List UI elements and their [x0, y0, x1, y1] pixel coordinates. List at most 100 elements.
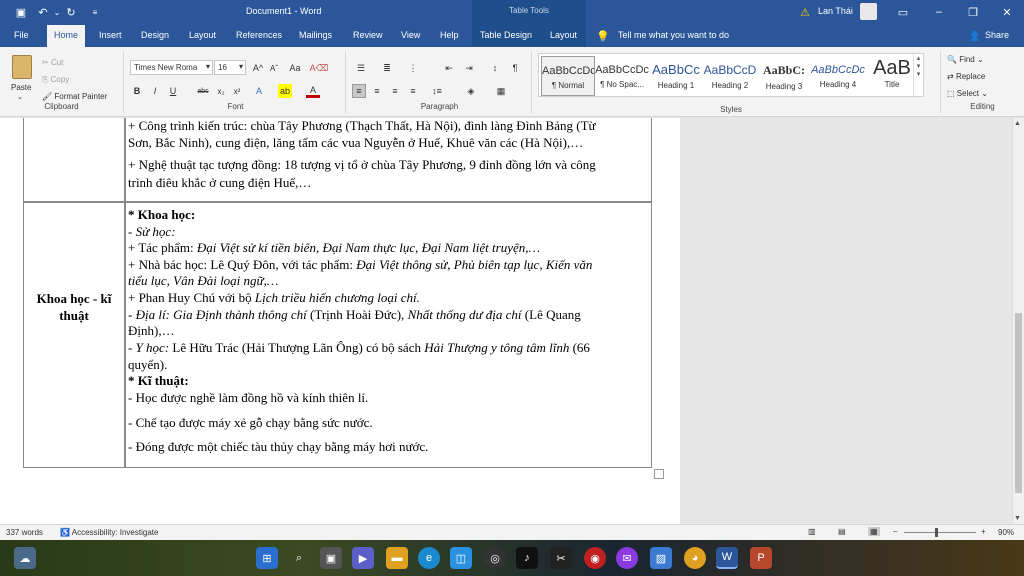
style-no-spacing[interactable]: AaBbCcDc ¶ No Spac... [595, 56, 649, 96]
align-right-icon[interactable]: ≡ [388, 84, 402, 98]
accessibility-status[interactable]: ♿ Accessibility: Investigate [60, 528, 158, 537]
photos-icon[interactable]: ▨ [650, 547, 672, 569]
sort-icon[interactable]: ↕ [488, 61, 502, 75]
word-icon[interactable]: W [716, 547, 738, 569]
zoom-thumb[interactable] [935, 528, 938, 537]
copy-button[interactable]: ⎘ Copy [42, 75, 69, 85]
zoom-level[interactable]: 90% [998, 528, 1014, 537]
styles-scroll[interactable]: ▴ ▾ ▾ [913, 54, 923, 96]
doc-line[interactable]: - Đóng được một chiếc tàu thủy chạy bằng… [128, 439, 428, 455]
text-effects-icon[interactable]: A [252, 84, 266, 98]
doc-line[interactable]: + Tác phẩm: Đại Việt sử kí tiền biên, Đạ… [128, 240, 540, 256]
save-icon[interactable]: ▣ [14, 5, 28, 19]
format-painter-button[interactable]: 🖌 Format Painter [42, 92, 107, 101]
doc-line[interactable]: trình điêu khắc ở cung điện Huế,… [128, 175, 311, 191]
multilevel-list-icon[interactable]: ⋮ [406, 61, 420, 75]
left-cell-label[interactable]: Khoa học - kĩ thuật [24, 290, 124, 324]
style-normal[interactable]: AaBbCcDc ¶ Normal [541, 56, 595, 96]
superscript-icon[interactable]: x² [230, 84, 244, 98]
justify-icon[interactable]: ≡ [406, 84, 420, 98]
store-icon[interactable]: ◫ [450, 547, 472, 569]
restore-icon[interactable]: ❐ [966, 5, 980, 19]
shrink-font-icon[interactable]: Aˇ [267, 61, 281, 75]
tech-heading[interactable]: * Kĩ thuật: [128, 373, 189, 389]
table-cell[interactable] [23, 118, 125, 202]
clear-formatting-icon[interactable]: A⌫ [310, 61, 329, 75]
edge-icon[interactable]: e [418, 547, 440, 569]
tab-design[interactable]: Design [141, 30, 169, 40]
doc-line[interactable]: Định),… [128, 323, 175, 339]
avatar[interactable] [860, 3, 877, 20]
doc-line[interactable]: Sơn, Bắc Ninh), cung điện, lăng tẩm các … [128, 135, 583, 151]
line-spacing-icon[interactable]: ↕≡ [430, 84, 444, 98]
bold-icon[interactable]: B [130, 84, 144, 98]
doc-line[interactable]: - Địa lí: Gia Định thành thông chí (Trịn… [128, 307, 581, 323]
close-icon[interactable]: ✕ [1000, 5, 1014, 19]
search-icon[interactable]: ⌕ [288, 547, 310, 569]
tab-layout[interactable]: Layout [189, 30, 216, 40]
start-icon[interactable]: ⊞ [256, 547, 278, 569]
zoom-out-icon[interactable]: – [893, 527, 897, 536]
read-mode-icon[interactable]: ▥ [808, 527, 816, 536]
capcut-icon[interactable]: ✂ [550, 547, 572, 569]
undo-icon[interactable]: ↶ [36, 5, 50, 19]
redo-icon[interactable]: ↻ [64, 5, 78, 19]
select-button[interactable]: ⬚ Select ⌄ [947, 89, 988, 98]
share-icon[interactable]: 👤 [968, 29, 982, 43]
chrome-icon[interactable]: ◕ [684, 547, 706, 569]
table-resize-handle[interactable] [654, 469, 664, 479]
shading-icon[interactable]: ◈ [464, 84, 478, 98]
powerpoint-icon[interactable]: P [750, 547, 772, 569]
chat-icon[interactable]: ▶ [352, 547, 374, 569]
tab-help[interactable]: Help [440, 30, 459, 40]
style-title[interactable]: AaB Title [865, 56, 919, 96]
undo-dropdown-icon[interactable]: ⌄ [50, 5, 64, 19]
messenger-icon[interactable]: ✉ [616, 547, 638, 569]
doc-line[interactable]: + Nhà bác học: Lê Quý Đôn, với tác phẩm:… [128, 257, 592, 273]
scroll-up-icon[interactable]: ▲ [1014, 120, 1021, 127]
style-heading-2[interactable]: AaBbCcD Heading 2 [703, 56, 757, 96]
scroll-thumb[interactable] [1015, 313, 1022, 493]
tiktok-icon[interactable]: ♪ [516, 547, 538, 569]
table-cell[interactable] [23, 202, 125, 468]
vertical-scrollbar[interactable]: ▲ ▼ [1012, 118, 1024, 524]
doc-line[interactable]: tiểu lục, Vân Đài loại ngữ,… [128, 273, 278, 289]
align-center-icon[interactable]: ≡ [370, 84, 384, 98]
font-name-combo[interactable]: Times New Roma ▾ [130, 60, 213, 75]
paste-icon[interactable] [12, 55, 32, 79]
zoom-in-icon[interactable]: + [981, 527, 986, 536]
style-heading-3[interactable]: AaBbC: Heading 3 [757, 56, 811, 96]
underline-icon[interactable]: U [166, 84, 180, 98]
highlight-icon[interactable]: ab [278, 84, 292, 98]
zoom-slider[interactable] [904, 532, 976, 533]
font-size-combo[interactable]: 16 ▾ [214, 60, 246, 75]
decrease-indent-icon[interactable]: ⇤ [442, 61, 456, 75]
page[interactable]: + Công trình kiến trúc: chùa Tây Phương … [0, 118, 680, 524]
customize-qat-icon[interactable]: ≡ [88, 5, 102, 19]
app-icon[interactable]: ◎ [484, 547, 506, 569]
tab-view[interactable]: View [401, 30, 420, 40]
doc-line[interactable]: - Y học: Lê Hữu Trác (Hải Thượng Lãn Ông… [128, 340, 590, 356]
tab-insert[interactable]: Insert [99, 30, 122, 40]
share-button[interactable]: Share [985, 30, 1009, 40]
doc-line[interactable]: + Công trình kiến trúc: chùa Tây Phương … [128, 118, 596, 134]
doc-line[interactable]: + Phan Huy Chú với bộ Lịch triều hiến ch… [128, 290, 420, 306]
paste-button[interactable]: Paste [11, 83, 31, 92]
tab-references[interactable]: References [236, 30, 282, 40]
borders-icon[interactable]: ▦ [494, 84, 508, 98]
tab-table-layout[interactable]: Layout [550, 30, 577, 40]
tell-me-search[interactable]: Tell me what you want to do [618, 30, 729, 40]
file-explorer-icon[interactable]: ▬ [386, 547, 408, 569]
weather-icon[interactable]: ☁ [14, 547, 36, 569]
change-case-icon[interactable]: Aa [288, 61, 302, 75]
italic-icon[interactable]: I [148, 84, 162, 98]
grow-font-icon[interactable]: A^ [251, 61, 265, 75]
style-heading-4[interactable]: AaBbCcDc Heading 4 [811, 56, 865, 96]
warning-icon[interactable]: ⚠ [798, 5, 812, 19]
cut-button[interactable]: ✂ Cut [42, 58, 63, 67]
word-count[interactable]: 337 words [6, 528, 43, 537]
ribbon-display-icon[interactable]: ▭ [896, 5, 910, 19]
tab-review[interactable]: Review [353, 30, 383, 40]
tab-mailings[interactable]: Mailings [299, 30, 332, 40]
strikethrough-icon[interactable]: abc [196, 84, 210, 98]
